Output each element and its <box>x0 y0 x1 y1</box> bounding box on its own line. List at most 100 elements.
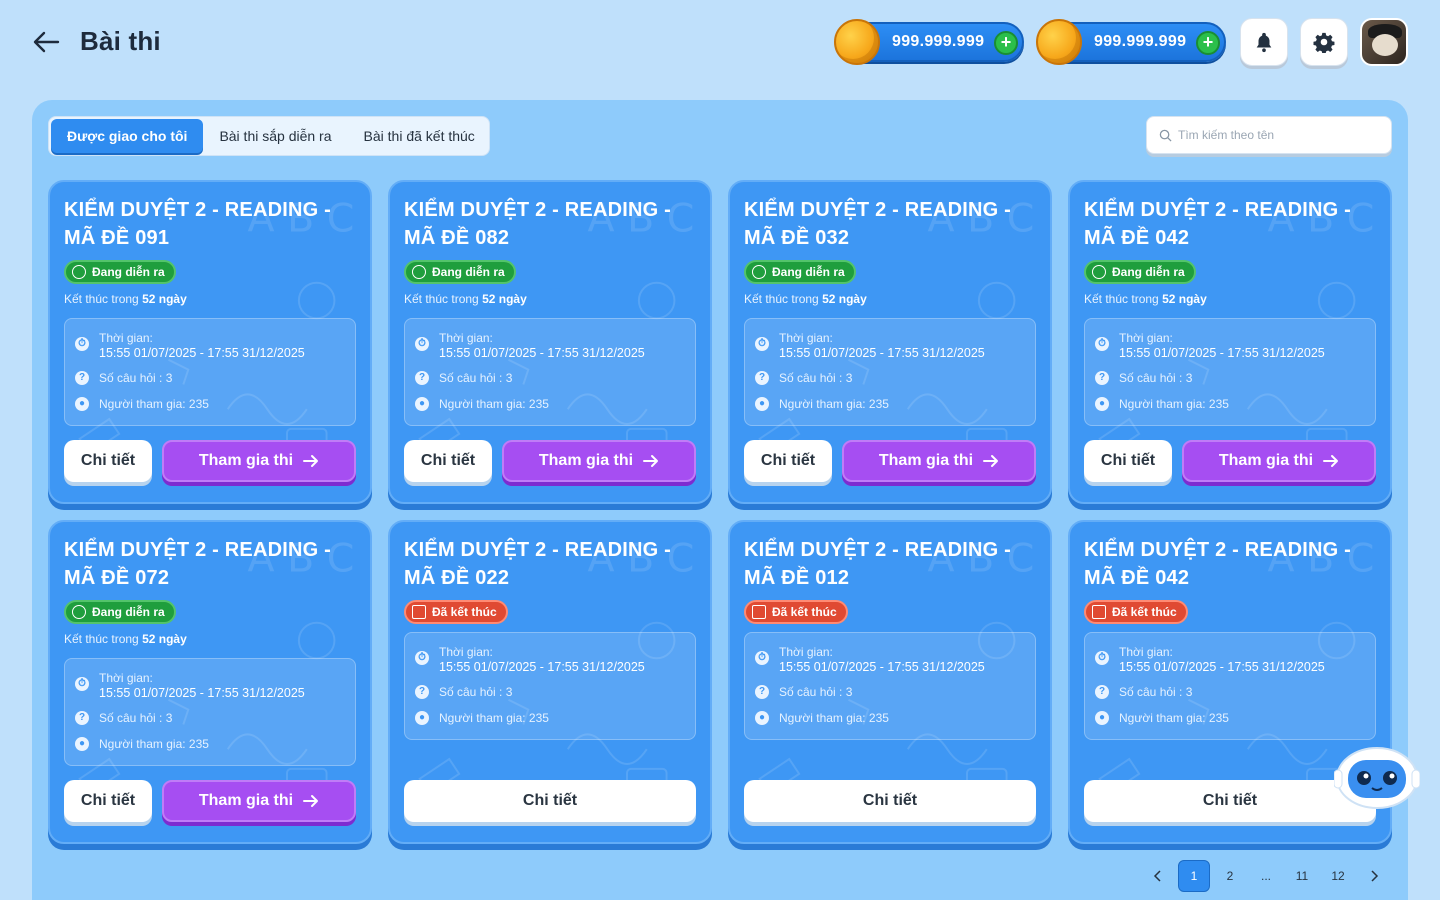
clock-icon <box>752 265 766 279</box>
page-12-button[interactable]: 12 <box>1322 860 1354 892</box>
detail-button[interactable]: Chi tiết <box>404 440 492 482</box>
question-count: Số câu hỏi : 3 <box>1119 685 1193 699</box>
exam-card: A B C KIỂM DUYỆT 2 - READING - MÃ ĐỀ 032 Đ… <box>728 180 1052 504</box>
time-range: 15:55 01/07/2025 - 17:55 31/12/2025 <box>439 346 645 360</box>
page-2-button[interactable]: 2 <box>1214 860 1246 892</box>
clock-icon <box>72 265 86 279</box>
ends-in-prefix: Kết thúc trong <box>744 292 819 306</box>
currency-amount: 999.999.999 <box>892 33 985 50</box>
search-input[interactable] <box>1178 128 1378 142</box>
prev-page-icon[interactable] <box>1142 860 1174 892</box>
time-label: Thời gian: <box>1119 645 1173 659</box>
join-exam-button[interactable]: Tham gia thi <box>842 440 1036 482</box>
exam-title: KIỂM DUYỆT 2 - READING - MÃ ĐỀ 042 <box>1084 199 1352 249</box>
exam-title: KIỂM DUYỆT 2 - READING - MÃ ĐỀ 012 <box>744 539 1012 589</box>
participant-count: Người tham gia: 235 <box>439 711 549 725</box>
tab-assigned-to-me[interactable]: Được giao cho tôi <box>51 119 204 153</box>
join-exam-button[interactable]: Tham gia thi <box>162 440 356 482</box>
users-icon: ● <box>1095 397 1109 411</box>
question-count: Số câu hỏi : 3 <box>99 371 173 385</box>
question-count: Số câu hỏi : 3 <box>779 371 853 385</box>
join-exam-button[interactable]: Tham gia thi <box>162 780 356 822</box>
stop-icon <box>412 605 426 619</box>
detail-button[interactable]: Chi tiết <box>64 780 152 822</box>
time-range: 15:55 01/07/2025 - 17:55 31/12/2025 <box>99 686 305 700</box>
currency-balance-1: 999.999.999 + <box>834 19 1024 65</box>
currency-amount: 999.999.999 <box>1094 33 1187 50</box>
add-currency-button[interactable]: + <box>1196 31 1220 55</box>
next-page-icon[interactable] <box>1358 860 1390 892</box>
ends-in-value: 52 ngày <box>142 632 187 646</box>
ends-in-text: Kết thúc trong 52 ngày <box>64 632 187 646</box>
arrow-right-icon <box>983 455 999 467</box>
join-exam-button[interactable]: Tham gia thi <box>1182 440 1376 482</box>
participant-count: Người tham gia: 235 <box>1119 397 1229 411</box>
exam-info-box: ⏱ Thời gian: 15:55 01/07/2025 - 17:55 31/1… <box>1084 632 1376 740</box>
tab-upcoming[interactable]: Bài thi sắp diễn ra <box>203 119 347 153</box>
status-label: Đã kết thúc <box>772 605 837 619</box>
exam-card: A B C KIỂM DUYỆT 2 - READING - MÃ ĐỀ 072 Đ… <box>48 520 372 844</box>
back-arrow-icon[interactable] <box>30 26 66 58</box>
time-range: 15:55 01/07/2025 - 17:55 31/12/2025 <box>1119 660 1325 674</box>
page-1-button[interactable]: 1 <box>1178 860 1210 892</box>
time-label: Thời gian: <box>779 645 833 659</box>
gold-coin-icon <box>834 19 880 65</box>
question-icon: ? <box>415 685 429 699</box>
gold-coin-icon <box>1036 19 1082 65</box>
stopwatch-icon: ⏱ <box>755 337 769 351</box>
arrow-right-icon <box>1323 455 1339 467</box>
participant-count: Người tham gia: 235 <box>99 397 209 411</box>
status-badge: Đang diễn ra <box>64 600 176 624</box>
exam-info-box: ⏱ Thời gian: 15:55 01/07/2025 - 17:55 31/1… <box>64 658 356 766</box>
time-label: Thời gian: <box>99 671 153 685</box>
notification-button[interactable] <box>1240 18 1288 66</box>
exam-title: KIỂM DUYỆT 2 - READING - MÃ ĐỀ 072 <box>64 539 332 589</box>
arrow-right-icon <box>303 795 319 807</box>
add-currency-button[interactable]: + <box>994 31 1018 55</box>
page-11-button[interactable]: 11 <box>1286 860 1318 892</box>
exam-title: KIỂM DUYỆT 2 - READING - MÃ ĐỀ 082 <box>404 199 672 249</box>
page-ellipsis: ... <box>1260 869 1271 883</box>
exam-card: A B C KIỂM DUYỆT 2 - READING - MÃ ĐỀ 082 Đ… <box>388 180 712 504</box>
join-label: Tham gia thi <box>198 792 294 809</box>
status-badge: Đã kết thúc <box>404 600 508 624</box>
status-badge: Đang diễn ra <box>404 260 516 284</box>
status-badge: Đã kết thúc <box>744 600 848 624</box>
detail-button[interactable]: Chi tiết <box>744 440 832 482</box>
stop-icon <box>752 605 766 619</box>
ends-in-text: Kết thúc trong 52 ngày <box>404 292 527 306</box>
status-badge: Đang diễn ra <box>1084 260 1196 284</box>
detail-button[interactable]: Chi tiết <box>64 440 152 482</box>
clock-icon <box>412 265 426 279</box>
arrow-right-icon <box>303 455 319 467</box>
users-icon: ● <box>75 737 89 751</box>
detail-button[interactable]: Chi tiết <box>404 780 696 822</box>
settings-button[interactable] <box>1300 18 1348 66</box>
search-icon <box>1159 129 1172 142</box>
participant-count: Người tham gia: 235 <box>779 711 889 725</box>
time-range: 15:55 01/07/2025 - 17:55 31/12/2025 <box>1119 346 1325 360</box>
user-avatar[interactable] <box>1360 18 1408 66</box>
status-label: Đang diễn ra <box>1112 265 1185 279</box>
detail-button[interactable]: Chi tiết <box>1084 780 1376 822</box>
exam-card: A B C KIỂM DUYỆT 2 - READING - MÃ ĐỀ 091 Đ… <box>48 180 372 504</box>
question-icon: ? <box>75 711 89 725</box>
status-label: Đang diễn ra <box>432 265 505 279</box>
page-title: Bài thi <box>80 26 161 56</box>
stopwatch-icon: ⏱ <box>415 651 429 665</box>
robot-mascot-icon[interactable] <box>1333 740 1421 810</box>
time-range: 15:55 01/07/2025 - 17:55 31/12/2025 <box>439 660 645 674</box>
stopwatch-icon: ⏱ <box>755 651 769 665</box>
join-exam-button[interactable]: Tham gia thi <box>502 440 696 482</box>
tab-ended[interactable]: Bài thi đã kết thúc <box>348 119 491 153</box>
detail-button[interactable]: Chi tiết <box>744 780 1036 822</box>
gear-icon <box>1313 32 1335 53</box>
detail-button[interactable]: Chi tiết <box>1084 440 1172 482</box>
question-count: Số câu hỏi : 3 <box>439 685 513 699</box>
ends-in-prefix: Kết thúc trong <box>64 292 139 306</box>
ends-in-value: 52 ngày <box>1162 292 1207 306</box>
time-range: 15:55 01/07/2025 - 17:55 31/12/2025 <box>779 660 985 674</box>
time-label: Thời gian: <box>439 645 493 659</box>
exam-title: KIỂM DUYỆT 2 - READING - MÃ ĐỀ 022 <box>404 539 672 589</box>
participant-count: Người tham gia: 235 <box>779 397 889 411</box>
